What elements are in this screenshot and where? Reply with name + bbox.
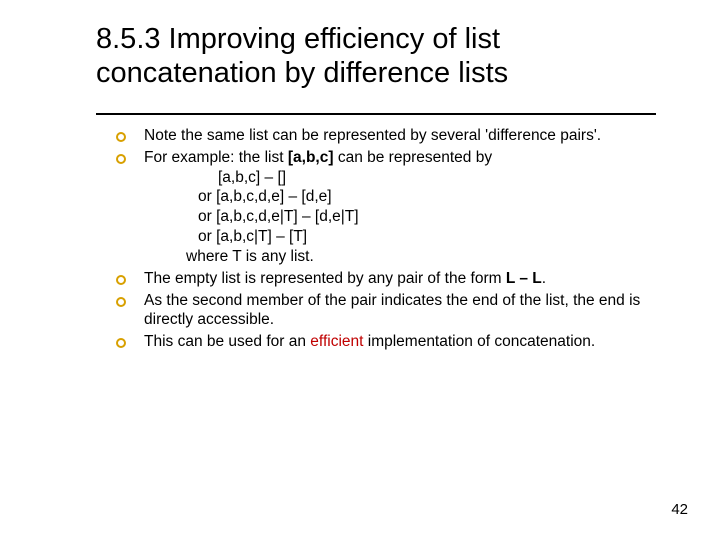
page-number: 42 <box>671 501 688 518</box>
bullet-text-lead: For example: the list <box>144 149 288 166</box>
bullet-item: The empty list is represented by any pai… <box>116 269 656 289</box>
bullet-item: This can be used for an efficient implem… <box>116 332 656 352</box>
bullet-text-tail: implementation of concatenation. <box>363 333 595 350</box>
bullet-item: Note the same list can be represented by… <box>116 126 656 146</box>
slide-title: 8.5.3 Improving efficiency of list conca… <box>96 22 656 90</box>
bullet-marker-icon <box>116 275 126 285</box>
example-line: or [a,b,c|T] – [T] <box>144 227 656 247</box>
or-prefix: or <box>198 228 216 245</box>
or-prefix: or <box>198 188 216 205</box>
or-prefix: or <box>198 208 216 225</box>
bullet-text-lead: This can be used for an <box>144 333 310 350</box>
bullet-marker-icon <box>116 154 126 164</box>
title-rule <box>96 113 656 115</box>
bullet-text-lead: The empty list is represented by any pai… <box>144 270 506 287</box>
bullet-text: Note the same list can be represented by… <box>144 127 601 144</box>
efficient-word: efficient <box>310 333 363 350</box>
bullet-marker-icon <box>116 338 126 348</box>
example-expr: [a,b,c,d,e] – [d,e] <box>216 188 331 205</box>
bullet-text-mid: can be represented by <box>334 149 493 166</box>
example-line: or [a,b,c,d,e|T] – [d,e|T] <box>144 207 656 227</box>
bullet-bold: [a,b,c] <box>288 149 334 166</box>
bullet-bold: L – L <box>506 270 542 287</box>
bullet-marker-icon <box>116 132 126 142</box>
example-line: [a,b,c] – [] <box>144 168 656 188</box>
bullet-item: As the second member of the pair indicat… <box>116 291 656 331</box>
where-line: where T is any list. <box>144 247 656 267</box>
title-block: 8.5.3 Improving efficiency of list conca… <box>96 22 656 90</box>
slide: 8.5.3 Improving efficiency of list conca… <box>0 0 720 540</box>
bullet-text-tail: . <box>542 270 546 287</box>
example-expr: [a,b,c,d,e|T] – [d,e|T] <box>216 208 358 225</box>
bullet-text: As the second member of the pair indicat… <box>144 292 640 329</box>
bullet-list: Note the same list can be represented by… <box>116 126 656 352</box>
example-line: or [a,b,c,d,e] – [d,e] <box>144 187 656 207</box>
example-expr: [a,b,c|T] – [T] <box>216 228 307 245</box>
bullet-item: For example: the list [a,b,c] can be rep… <box>116 148 656 267</box>
body-block: Note the same list can be represented by… <box>116 126 656 354</box>
bullet-marker-icon <box>116 297 126 307</box>
